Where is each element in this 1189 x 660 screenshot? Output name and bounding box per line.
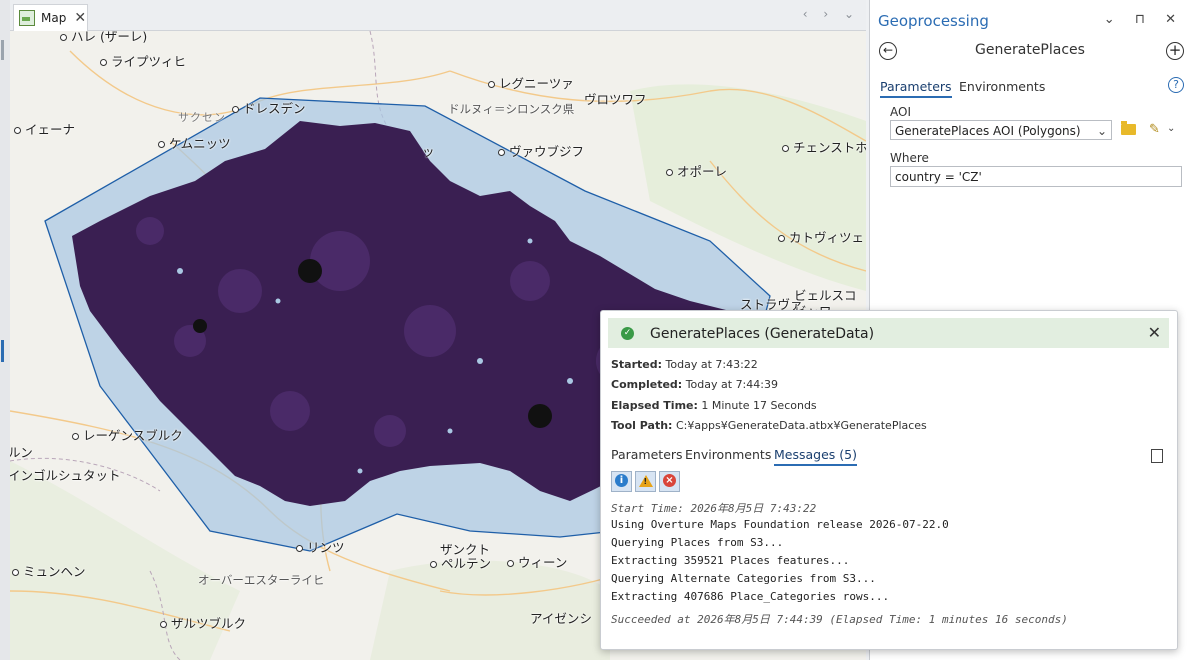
map-label: ザルツブルク (160, 613, 246, 632)
map-label: カトヴィツェ (778, 227, 864, 246)
add-icon[interactable]: + (1166, 42, 1184, 60)
city-dot (72, 433, 79, 440)
city-dot (666, 169, 673, 176)
city-dot (12, 569, 19, 576)
tab-environments[interactable]: Environments (685, 447, 771, 462)
city-dot (296, 545, 303, 552)
city-dot (14, 127, 21, 134)
message-line: Querying Alternate Categories from S3... (611, 572, 876, 585)
tool-name: GeneratePlaces (975, 42, 1085, 58)
info-icon: i (615, 474, 628, 487)
tab-environments[interactable]: Environments (959, 79, 1045, 94)
gp-header: Geoprocessing ⌄ ⊓ ✕ (870, 0, 1189, 40)
where-field[interactable]: country = 'CZ' (890, 166, 1182, 187)
warning-icon: ! (638, 475, 653, 487)
aoi-label: AOI (890, 105, 911, 119)
message-line: Querying Places from S3... (611, 536, 784, 549)
city-dot (160, 621, 167, 628)
completed-row: Completed: Today at 7:44:39 (611, 378, 778, 391)
tool-result-popup: ✓ GeneratePlaces (GenerateData) ✕ Starte… (600, 310, 1178, 650)
map-label: レーゲンスブルク (72, 425, 183, 444)
map-label: オポーレ (666, 161, 727, 180)
success-check-icon: ✓ (621, 327, 634, 340)
map-label: ヴロツワフ (584, 92, 647, 107)
info-filter-button[interactable]: i (611, 471, 632, 492)
city-dot (778, 235, 785, 242)
map-tab-label: Map (41, 11, 67, 25)
map-label: ケムニッツ (158, 133, 231, 152)
city-dot (782, 145, 789, 152)
map-label: オーバーエスターライヒ (198, 573, 325, 587)
close-icon[interactable]: ✕ (1148, 323, 1161, 342)
aoi-dropdown[interactable]: GeneratePlaces AOI (Polygons) ⌄ (890, 120, 1112, 140)
tab-messages[interactable]: Messages (5) (774, 447, 857, 466)
map-label: ライプツィヒ (100, 51, 186, 70)
city-dot (430, 561, 437, 568)
tab-nav-arrows[interactable]: ‹ › ⌄ (803, 7, 860, 21)
city-dot (60, 34, 67, 41)
copy-icon[interactable] (1151, 446, 1167, 463)
error-filter-button[interactable]: × (659, 471, 680, 492)
message-line: Extracting 407686 Place_Categories rows.… (611, 590, 890, 603)
tab-parameters[interactable]: Parameters (880, 79, 952, 98)
close-icon[interactable]: ✕ (74, 10, 86, 26)
message-line: Succeeded at 2026年8月5日 7:44:39 (Elapsed … (611, 613, 1068, 626)
warning-filter-button[interactable]: ! (635, 471, 656, 492)
dock-active-marker[interactable] (1, 340, 4, 362)
tab-parameters[interactable]: Parameters (611, 447, 683, 462)
city-dot (232, 106, 239, 113)
city-dot (100, 59, 107, 66)
message-line: Extracting 359521 Places features... (611, 554, 850, 567)
map-label: チェンストホ (782, 137, 866, 156)
map-label: ドルヌィ＝シロンスク県 (448, 102, 575, 116)
message-line: Using Overture Maps Foundation release 2… (611, 518, 949, 531)
error-icon: × (663, 474, 676, 487)
map-label: ペルテン (430, 553, 491, 572)
gp-title: Geoprocessing (878, 12, 989, 30)
map-label: ウィーン (507, 552, 567, 571)
chevron-down-icon[interactable]: ⌄ (1167, 123, 1175, 134)
map-label: インゴルシュタット (10, 468, 121, 483)
popup-tabs: Parameters Environments Messages (5) (611, 447, 1171, 467)
map-tab[interactable]: Map ✕ (13, 4, 88, 31)
city-dot (498, 149, 505, 156)
map-label: イェーナ (14, 119, 75, 138)
elapsed-row: Elapsed Time: 1 Minute 17 Seconds (611, 399, 817, 412)
map-label: レグニーツァ (488, 73, 574, 92)
city-dot (158, 141, 165, 148)
pencil-icon[interactable]: ✎ (1149, 122, 1160, 137)
toolpath-row: Tool Path: C:¥apps¥GenerateData.atbx¥Gen… (611, 419, 927, 432)
map-label: ルン (10, 445, 33, 460)
map-tab-bar: Map ✕ ‹ › ⌄ (10, 0, 866, 31)
map-label: リンツ (296, 537, 345, 556)
map-icon (19, 10, 35, 26)
folder-icon[interactable] (1121, 121, 1136, 135)
tool-header: ← GeneratePlaces + (870, 40, 1189, 70)
map-label: ッ (422, 144, 435, 159)
started-row: Started: Today at 7:43:22 (611, 358, 758, 371)
pane-controls[interactable]: ⌄ ⊓ ✕ (1104, 12, 1184, 27)
chevron-down-icon: ⌄ (1096, 124, 1107, 138)
map-label: サクセン (178, 111, 226, 124)
city-dot (488, 81, 495, 88)
map-label: ハレ (ザーレ) (60, 31, 147, 45)
map-label: アイゼンシ (530, 611, 592, 626)
aoi-value: GeneratePlaces AOI (Polygons) (895, 124, 1081, 138)
help-icon[interactable]: ? (1168, 77, 1184, 93)
map-label: ミュンヘン (12, 561, 86, 580)
where-label: Where (890, 151, 929, 165)
popup-header: ✓ GeneratePlaces (GenerateData) ✕ (608, 318, 1169, 348)
map-label: ドレスデン (232, 98, 306, 117)
gp-tabs: Parameters Environments ? (870, 75, 1189, 101)
map-label: ヴァウブジフ (498, 141, 584, 160)
popup-title: GeneratePlaces (GenerateData) (650, 326, 875, 342)
dock-marker (1, 40, 4, 60)
message-line: Start Time: 2026年8月5日 7:43:22 (611, 502, 817, 515)
city-dot (507, 560, 514, 567)
